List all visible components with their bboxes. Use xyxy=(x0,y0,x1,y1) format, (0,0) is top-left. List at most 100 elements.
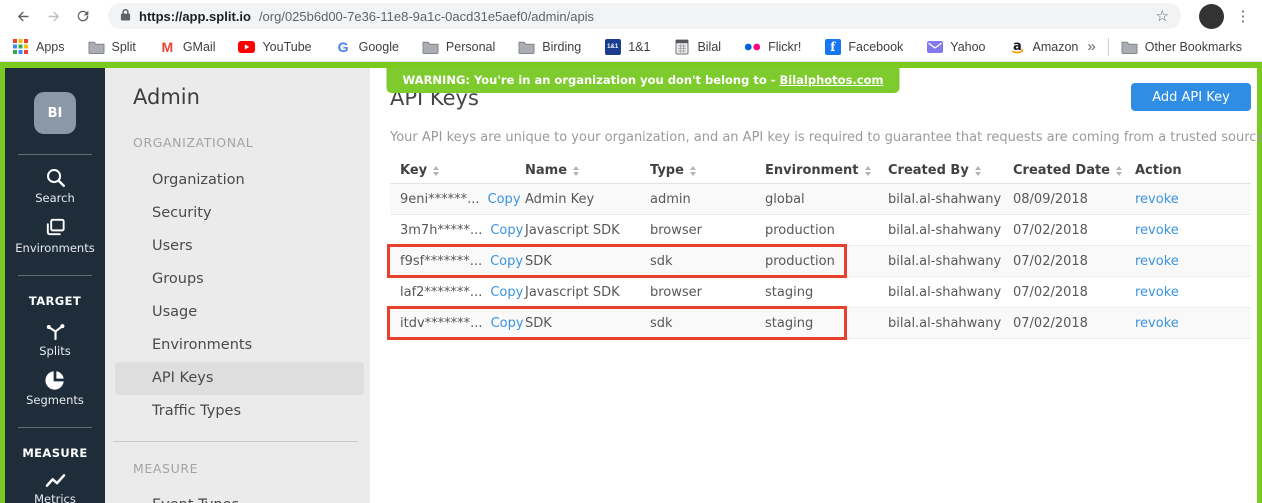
browser-profile-avatar[interactable] xyxy=(1199,4,1224,29)
bookmark-youtube[interactable]: YouTube xyxy=(238,38,311,55)
other-bookmarks-button[interactable]: Other Bookmarks xyxy=(1121,38,1242,55)
admin-nav-item-usage[interactable]: Usage xyxy=(105,296,370,329)
copy-link[interactable]: Copy xyxy=(490,223,523,238)
warning-org-link[interactable]: Bilalphotos.com xyxy=(780,73,884,87)
sort-arrows-icon[interactable] xyxy=(1116,166,1122,176)
admin-nav-item-environments[interactable]: Environments xyxy=(105,329,370,362)
api-keys-table: KeyName Type Environment Created ByCreated … xyxy=(390,158,1251,339)
sidebar-divider xyxy=(18,275,92,276)
column-label: Name xyxy=(525,163,567,178)
flickr-icon xyxy=(744,38,761,55)
bookmarks-overflow-chevron-icon[interactable]: » xyxy=(1087,38,1095,55)
key-cell: itdv*******... Copy xyxy=(390,316,525,331)
sidebar-item-environments[interactable]: Environments xyxy=(5,216,105,255)
bookmark-gmail[interactable]: MGMail xyxy=(159,38,216,55)
revoke-link[interactable]: revoke xyxy=(1135,285,1179,300)
youtube-icon xyxy=(238,38,255,55)
bookmark-apps[interactable]: Apps xyxy=(12,38,65,55)
sort-arrows-icon[interactable] xyxy=(865,166,871,176)
metrics-icon xyxy=(5,471,105,490)
column-header-environment[interactable]: Environment xyxy=(765,163,888,178)
sidebar-item-label: Metrics xyxy=(34,492,76,503)
reload-icon[interactable] xyxy=(70,3,96,29)
column-header-created-date[interactable]: Created Date xyxy=(1013,163,1135,178)
facebook-icon: f xyxy=(824,38,841,55)
bookmark-1-1[interactable]: 1&11&1 xyxy=(604,38,650,55)
browser-menu-icon[interactable]: ⋮ xyxy=(1234,7,1252,25)
key-cell: f9sf*******...Copy xyxy=(390,254,525,269)
bookmark-label: Facebook xyxy=(848,40,903,54)
admin-nav-item-groups[interactable]: Groups xyxy=(105,263,370,296)
bookmark-birding[interactable]: Birding xyxy=(518,38,581,55)
name-cell: Admin Key xyxy=(525,192,650,207)
sidebar-item-metrics[interactable]: Metrics xyxy=(5,471,105,503)
bookmark-split[interactable]: Split xyxy=(88,38,136,55)
copy-link[interactable]: Copy xyxy=(491,316,524,331)
admin-nav-item-api-keys[interactable]: API Keys xyxy=(115,362,364,395)
created-by-cell: bilal.al-shahwany xyxy=(888,316,1013,331)
action-cell: revoke xyxy=(1135,254,1251,269)
table-row: f9sf*******...CopySDKsdkproductionbilal.… xyxy=(390,246,1251,277)
admin-nav-item-traffic-types[interactable]: Traffic Types xyxy=(105,395,370,428)
revoke-link[interactable]: revoke xyxy=(1135,316,1179,331)
add-api-key-button[interactable]: Add API Key xyxy=(1131,83,1251,111)
main-content: API Keys Add API Key Your API keys are u… xyxy=(370,68,1257,503)
column-label: Environment xyxy=(765,163,859,178)
api-key-masked: 3m7h*****... xyxy=(400,223,482,238)
folder-icon xyxy=(518,38,535,55)
sort-arrows-icon[interactable] xyxy=(690,166,696,176)
revoke-link[interactable]: revoke xyxy=(1135,192,1179,207)
sort-arrows-icon[interactable] xyxy=(975,166,981,176)
back-icon[interactable] xyxy=(10,3,36,29)
column-label: Type xyxy=(650,163,684,178)
environment-cell: production xyxy=(765,223,888,238)
folder-icon xyxy=(422,38,439,55)
url-origin: https://app.split.io xyxy=(139,9,251,24)
warning-text: WARNING: You're in an organization you d… xyxy=(403,73,780,87)
bookmark-star-icon[interactable]: ☆ xyxy=(1156,7,1169,25)
column-label: Action xyxy=(1135,163,1182,178)
bookmark-amazon[interactable]: aAmazon xyxy=(1009,38,1079,55)
bookmark-label: YouTube xyxy=(262,40,311,54)
yahoo-mail-icon xyxy=(926,38,943,55)
type-cell: admin xyxy=(650,192,765,207)
admin-nav-item-users[interactable]: Users xyxy=(105,230,370,263)
bookmark-bilal[interactable]: Bilal xyxy=(673,38,721,55)
bookmark-yahoo[interactable]: Yahoo xyxy=(926,38,985,55)
admin-nav-item-event-types[interactable]: Event Types xyxy=(105,497,370,503)
admin-section-organizational: ORGANIZATIONAL xyxy=(133,135,370,150)
api-key-masked: itdv*******... xyxy=(400,316,483,331)
column-header-created-by[interactable]: Created By xyxy=(888,163,1013,178)
table-header-row: KeyName Type Environment Created ByCreated … xyxy=(390,158,1251,184)
forward-icon[interactable] xyxy=(40,3,66,29)
column-header-name[interactable]: Name xyxy=(525,163,650,178)
splits-icon xyxy=(5,319,105,342)
url-bar[interactable]: https://app.split.io/org/025b6d00-7e36-1… xyxy=(108,3,1181,29)
column-header-type[interactable]: Type xyxy=(650,163,765,178)
column-header-key[interactable]: Key xyxy=(390,163,525,178)
copy-link[interactable]: Copy xyxy=(488,192,521,207)
bookmark-flickr[interactable]: Flickr! xyxy=(744,38,801,55)
org-avatar[interactable]: BI xyxy=(34,92,76,134)
sidebar-item-search[interactable]: Search xyxy=(5,166,105,205)
copy-link[interactable]: Copy xyxy=(490,285,523,300)
name-cell: Javascript SDK xyxy=(525,285,650,300)
revoke-link[interactable]: revoke xyxy=(1135,223,1179,238)
browser-toolbar: https://app.split.io/org/025b6d00-7e36-1… xyxy=(0,0,1262,32)
bookmark-facebook[interactable]: f Facebook xyxy=(824,38,903,55)
admin-nav-item-organization[interactable]: Organization xyxy=(105,164,370,197)
copy-link[interactable]: Copy xyxy=(490,254,523,269)
admin-nav-item-security[interactable]: Security xyxy=(105,197,370,230)
bookmark-google[interactable]: GGoogle xyxy=(335,38,399,55)
bookmarks-bar: Apps Split MGMail YouTube GGoogle Personal Bir… xyxy=(0,32,1262,62)
sidebar-item-splits[interactable]: Splits xyxy=(5,319,105,358)
sort-arrows-icon[interactable] xyxy=(433,166,439,176)
action-cell: revoke xyxy=(1135,316,1251,331)
bookmark-label: Birding xyxy=(542,40,581,54)
key-cell: 3m7h*****... Copy xyxy=(390,223,525,238)
bookmark-personal[interactable]: Personal xyxy=(422,38,495,55)
revoke-link[interactable]: revoke xyxy=(1135,254,1179,269)
sort-arrows-icon[interactable] xyxy=(573,166,579,176)
sidebar-item-segments[interactable]: Segments xyxy=(5,369,105,407)
table-body: 9eni******...CopyAdmin Keyadminglobalbil… xyxy=(390,184,1251,339)
